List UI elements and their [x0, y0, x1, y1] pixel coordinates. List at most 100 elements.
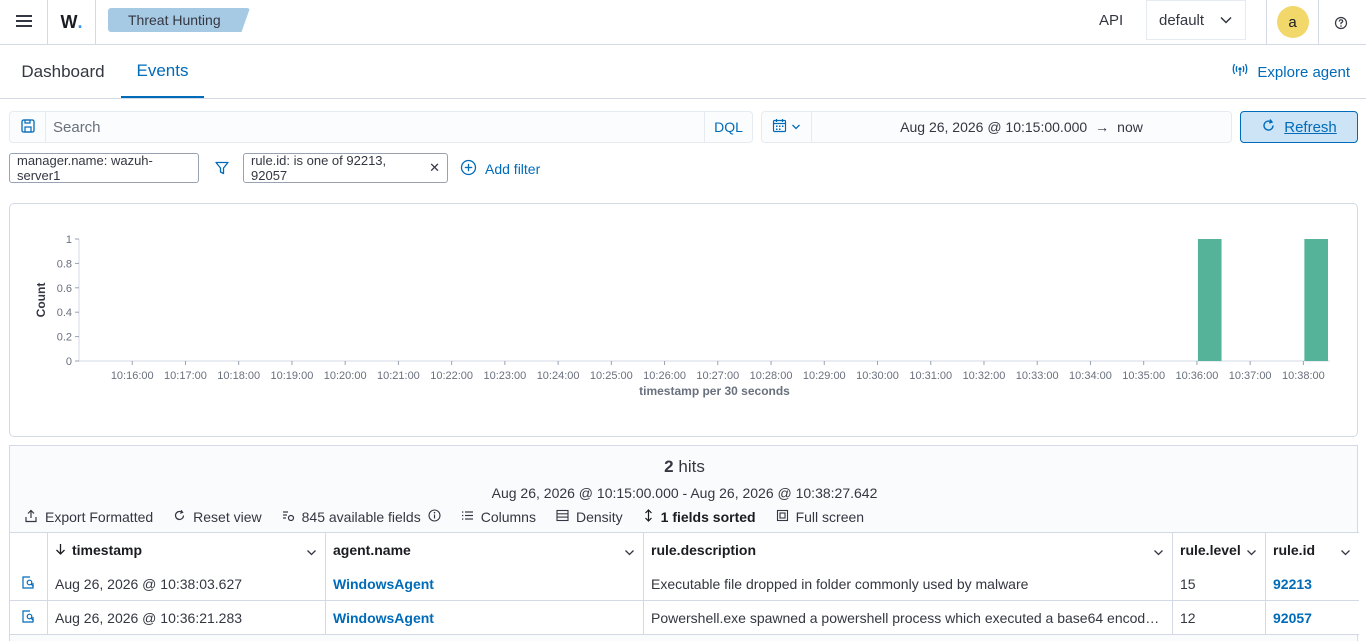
cell-rule-description: Powershell.exe spawned a powershell proc…	[644, 601, 1173, 635]
namespace-select[interactable]: default	[1146, 0, 1246, 40]
quick-date-button[interactable]	[761, 111, 812, 143]
filter-options-icon[interactable]	[214, 160, 230, 179]
x-tick-label: 10:21:00	[377, 370, 420, 382]
plus-circle-icon	[460, 159, 477, 179]
agent-link[interactable]: WindowsAgent	[333, 610, 434, 626]
x-tick-label: 10:37:00	[1229, 370, 1272, 382]
filter-pill-manager[interactable]: manager.name: wazuh-server1	[9, 153, 199, 183]
info-icon[interactable]	[428, 509, 441, 525]
cell-agent-name: WindowsAgent	[326, 601, 644, 635]
column-header-rule-id[interactable]: rule.id	[1266, 533, 1359, 567]
density-label: Density	[575, 509, 623, 525]
rule-description-text: Executable file dropped in folder common…	[651, 576, 1029, 592]
hits-time-range: Aug 26, 2026 @ 10:15:00.000 - Aug 26, 20…	[491, 485, 878, 501]
breadcrumb[interactable]: Threat Hunting	[108, 8, 250, 32]
cell-rule-level: 15	[1173, 567, 1266, 601]
x-tick-label: 10:23:00	[483, 370, 526, 382]
x-tick-label: 10:25:00	[590, 370, 633, 382]
filter-label: manager.name: wazuh-server1	[17, 153, 153, 183]
chevron-down-icon[interactable]	[624, 545, 635, 561]
search-input[interactable]: Search	[45, 111, 705, 143]
list-icon	[461, 509, 474, 525]
logo-dot: .	[77, 11, 83, 32]
available-fields-button[interactable]: 845 available fields	[282, 509, 441, 525]
reset-view-button[interactable]: Reset view	[173, 509, 262, 525]
x-tick-label: 10:16:00	[111, 370, 154, 382]
y-tick-label: 0.4	[57, 307, 72, 319]
api-label: API	[1099, 12, 1124, 29]
available-fields-label: 845 available fields	[301, 509, 421, 525]
tab-dashboard[interactable]: Dashboard	[9, 45, 117, 98]
filter-label: rule.id: is one of 92213, 92057	[251, 153, 387, 183]
explore-agent-label: Explore agent	[1257, 63, 1350, 81]
refresh-icon	[1261, 118, 1276, 137]
chevron-down-icon[interactable]	[1246, 545, 1257, 561]
help-icon[interactable]	[1330, 12, 1352, 34]
columns-button[interactable]: Columns	[461, 509, 536, 525]
x-tick-label: 10:27:00	[696, 370, 739, 382]
agent-link[interactable]: WindowsAgent	[333, 576, 434, 592]
table-row: Aug 26, 2026 @ 10:36:21.283 WindowsAgent…	[10, 601, 1359, 635]
export-label: Export Formatted	[45, 509, 154, 525]
x-tick-label: 10:38:00	[1282, 370, 1325, 382]
chevron-down-icon[interactable]	[1340, 545, 1351, 561]
histogram-bar	[1197, 239, 1222, 361]
column-header-rule-level[interactable]: rule.level	[1173, 533, 1266, 567]
density-button[interactable]: Density	[556, 509, 623, 525]
chevron-down-icon[interactable]	[1153, 545, 1164, 561]
menu-button[interactable]	[0, 0, 48, 44]
grid-toolbar: Export Formatted Reset view 845 availabl…	[24, 508, 884, 526]
close-icon[interactable]: ✕	[429, 160, 440, 176]
column-label: agent.name	[333, 542, 411, 558]
date-start[interactable]: Aug 26, 2026 @ 10:15:00.000	[900, 119, 1087, 135]
column-label: rule.description	[651, 542, 757, 558]
cell-rule-id: 92213	[1266, 567, 1359, 601]
broadcast-icon	[1231, 62, 1249, 82]
x-tick-label: 10:20:00	[324, 370, 367, 382]
column-header-rule-description[interactable]: rule.description	[644, 533, 1173, 567]
chevron-down-icon[interactable]	[306, 545, 317, 561]
breadcrumb-label: Threat Hunting	[128, 12, 221, 28]
grid-header-row: timestamp agent.name rule.description ru…	[10, 533, 1359, 567]
add-filter-label: Add filter	[485, 161, 541, 177]
inspect-document-button[interactable]	[10, 567, 48, 601]
hamburger-icon	[15, 14, 32, 31]
refresh-button[interactable]: Refresh	[1240, 111, 1358, 143]
x-axis-title: timestamp per 30 seconds	[639, 384, 790, 398]
rule-id-link[interactable]: 92213	[1273, 576, 1312, 592]
x-tick-label: 10:17:00	[164, 370, 207, 382]
x-tick-label: 10:28:00	[750, 370, 793, 382]
x-tick-label: 10:33:00	[1016, 370, 1059, 382]
explore-agent-button[interactable]: Explore agent	[1231, 62, 1350, 82]
refresh-label: Refresh	[1284, 118, 1337, 136]
full-screen-button[interactable]: Full screen	[776, 509, 864, 525]
column-header-agent-name[interactable]: agent.name	[326, 533, 644, 567]
avatar[interactable]: a	[1276, 6, 1309, 38]
x-tick-label: 10:26:00	[643, 370, 686, 382]
table-row: Aug 26, 2026 @ 10:38:03.627 WindowsAgent…	[10, 567, 1359, 601]
saved-queries-button[interactable]	[9, 111, 45, 143]
sort-fields-button[interactable]: 1 fields sorted	[643, 509, 756, 525]
logo-text: W	[60, 11, 78, 32]
wazuh-logo[interactable]: W.	[48, 0, 96, 44]
y-tick-label: 0	[66, 356, 72, 368]
query-language-button[interactable]: DQL	[705, 111, 753, 143]
tab-events[interactable]: Events	[121, 45, 204, 98]
x-tick-label: 10:19:00	[271, 370, 314, 382]
x-tick-label: 10:34:00	[1069, 370, 1112, 382]
x-tick-label: 10:32:00	[963, 370, 1006, 382]
export-formatted-button[interactable]: Export Formatted	[24, 509, 153, 526]
chevron-down-icon	[1219, 13, 1233, 31]
rule-description-text: Powershell.exe spawned a powershell proc…	[651, 610, 1166, 626]
refresh-icon	[173, 509, 186, 525]
date-end[interactable]: now	[1117, 119, 1143, 135]
filter-pill-rule-id[interactable]: rule.id: is one of 92213, 92057 ✕	[243, 153, 448, 183]
cell-rule-level: 12	[1173, 601, 1266, 635]
rule-id-link[interactable]: 92057	[1273, 610, 1312, 626]
add-filter-button[interactable]: Add filter	[460, 159, 540, 179]
inspect-document-button[interactable]	[10, 601, 48, 635]
user-menu: a	[1266, 0, 1319, 44]
x-tick-label: 10:22:00	[430, 370, 473, 382]
columns-label: Columns	[480, 509, 536, 525]
column-header-timestamp[interactable]: timestamp	[48, 533, 326, 567]
